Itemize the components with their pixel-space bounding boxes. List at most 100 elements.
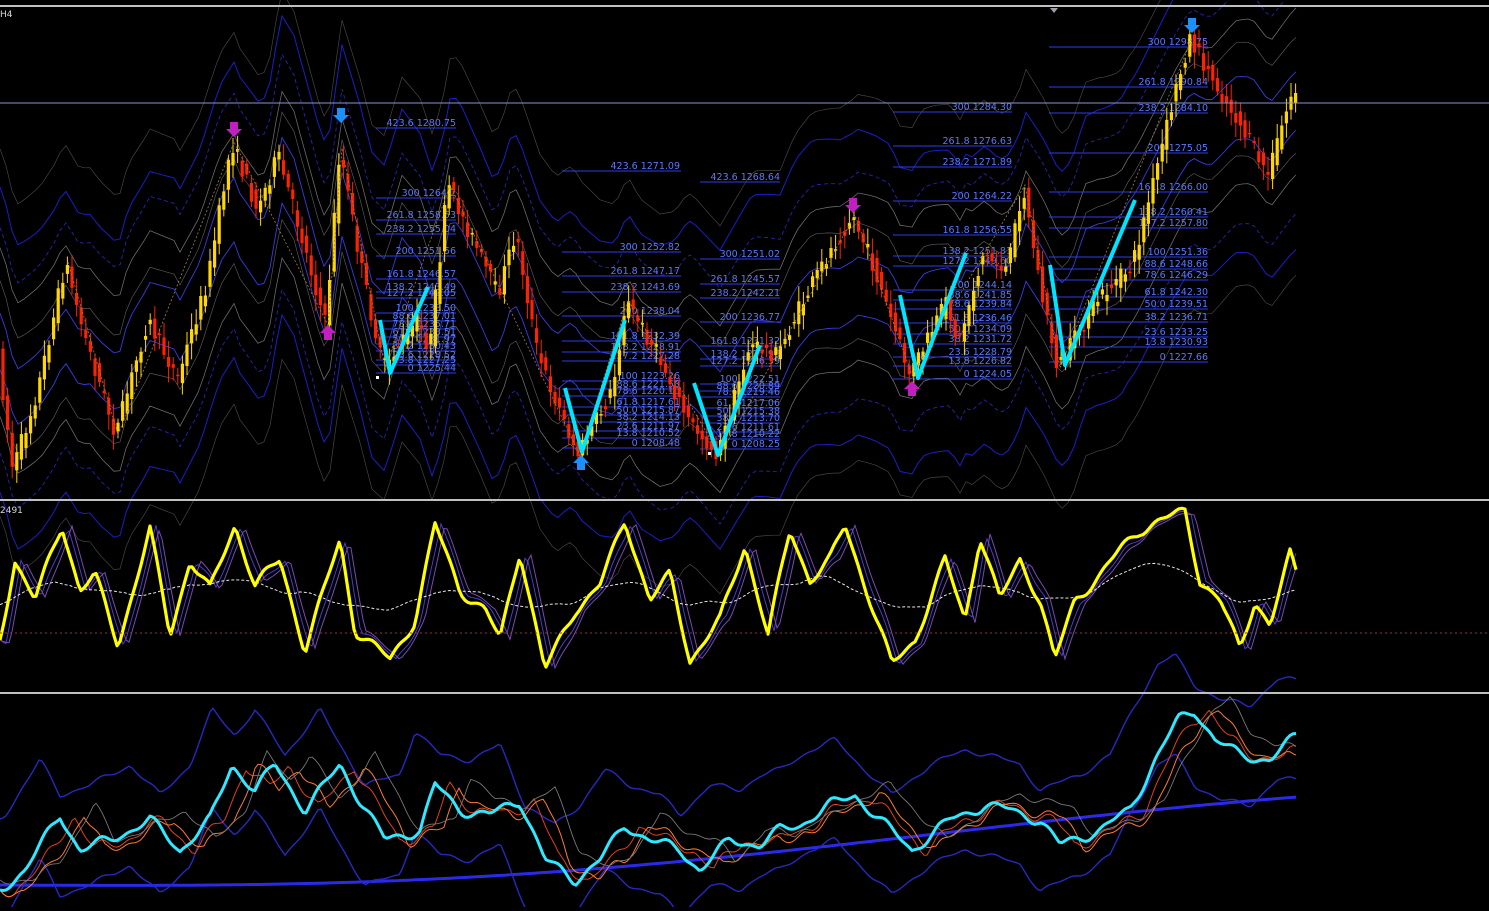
candle-body [654,344,658,347]
candle-body [1243,120,1247,138]
candle-body [429,333,433,345]
candle-body [967,305,971,326]
candle-body [1022,197,1026,209]
candle-body [1252,141,1256,143]
candle-body [277,151,281,160]
candle-body [84,330,88,339]
candle-body [222,191,226,210]
candle-body [70,266,74,288]
candle-body [1146,202,1150,224]
candle-body [38,377,42,403]
candle-body [769,350,773,362]
chart-window[interactable]: 423.6 1280.75 300 1264.2 261.8 1258.53 238.… [0,0,1489,911]
candle-body [995,264,999,266]
fib-level-label: 78.6 1219.46 [717,387,780,398]
fib-level-label: 38.2 1231.72 [949,334,1012,345]
fib-level-label: 50.0 1239.51 [1145,299,1208,310]
candle-body [443,205,447,252]
candle-body [571,434,575,446]
candle-body [604,406,608,410]
candle-body [438,262,442,304]
candle-body [323,303,327,315]
candle-body [240,160,244,177]
fib-level-label: 0 1224.05 [964,369,1012,380]
candle-body [1018,211,1022,232]
fib-level-label: 200 1264.22 [952,191,1012,202]
fib-level-label: 300 1284.30 [952,102,1012,113]
candle-body [190,329,194,344]
candle-body [1160,143,1164,162]
fib-level-label: 161.8 1266.00 [1138,182,1208,193]
candle-body [857,220,861,232]
candle-body [286,173,290,188]
fib-level-label: 261.8 1247.17 [610,266,680,277]
candle-body [1215,78,1219,92]
candle-body [962,323,966,342]
candle-body [673,385,677,400]
candle-body [1,348,5,400]
candle-body [608,389,612,398]
candle-body [502,266,506,295]
fib-level-label: 238.2 1271.89 [942,157,1012,168]
candle-body [29,416,33,434]
candle-body [24,433,28,449]
candle-body [15,452,19,471]
candle-body [861,233,865,243]
candle-body [148,319,152,325]
candle-body [746,352,750,361]
candle-body [668,376,672,385]
fib-level-label: 161.8 1256.55 [942,225,1012,236]
candle-body [231,152,235,166]
candle-body [208,260,212,287]
candle-body [893,312,897,332]
fib-level-label: 0 1227.66 [1160,352,1208,363]
panel-separator-1[interactable] [0,499,1489,501]
fib-level-label: 100 1251.36 [1148,247,1208,258]
fib-level-label: 61.8 1236.46 [949,313,1012,324]
candle-body [369,294,373,321]
fib-level-label: 88.6 1248.66 [1145,259,1208,270]
candle-body [153,318,157,339]
candle-body [811,276,815,288]
fib-level-label: 423.6 1271.09 [610,161,680,172]
fib-level-label: 261.8 1245.57 [710,274,780,285]
candle-body [351,193,355,215]
candle-body [61,282,65,299]
candle-body [1271,152,1275,179]
candle-body [1261,152,1265,166]
candle-body [93,358,97,376]
candle-body [328,280,332,326]
candle-body [1220,94,1224,103]
candle-body [1192,34,1196,53]
candle-body [1257,151,1261,163]
candle-body [452,182,456,191]
candle-body [162,337,166,355]
pivot-dot [376,376,379,379]
fib-level-label: 13.8 1230.93 [1145,337,1208,348]
candle-body [111,418,115,435]
candle-body [1169,112,1173,121]
candle-body [1114,279,1118,286]
candle-body [1119,268,1123,288]
candle-body [1133,250,1137,262]
candle-body [765,344,769,349]
candle-body [1156,163,1160,180]
candle-body [19,434,23,460]
panel-separator-2[interactable] [0,692,1489,694]
oscillator-value-tag: 2491 [0,506,23,516]
candle-body [268,185,272,194]
candle-body [263,187,267,201]
candle-body [47,345,51,363]
candle-body [953,319,957,338]
candle-body [539,353,543,364]
candle-body [341,159,345,168]
candle-body [213,240,217,268]
candle-body [144,336,148,340]
chart-canvas[interactable]: 423.6 1280.75300 1264.2261.8 1258.53238.… [0,0,1489,911]
candle-body [512,245,516,252]
candle-body [203,295,207,307]
candle-body [75,292,79,305]
top-border [0,5,1489,7]
fib-level-label: 261.8 1276.63 [942,136,1012,147]
candle-body [1100,289,1104,295]
